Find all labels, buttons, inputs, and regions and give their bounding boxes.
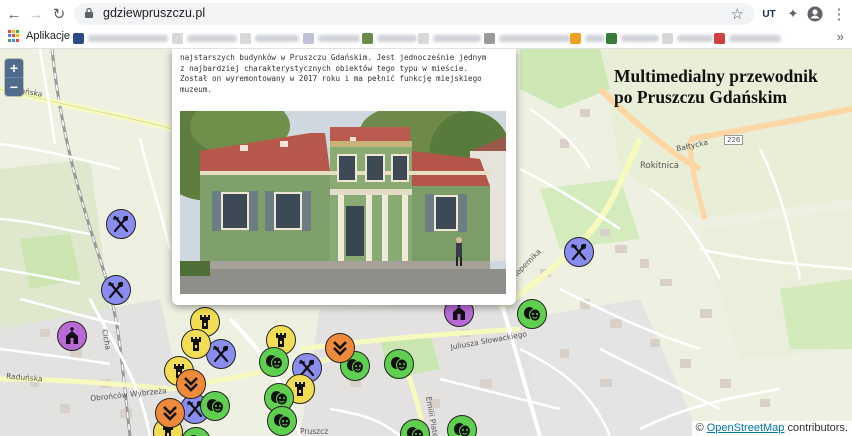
tower-marker[interactable] — [181, 329, 211, 359]
hiking-icon — [184, 377, 198, 392]
theatre-icon — [266, 355, 283, 370]
restaurant-marker[interactable] — [106, 209, 136, 239]
account-icon[interactable] — [806, 5, 824, 23]
bookmark-item[interactable] — [240, 32, 299, 44]
lock-icon — [85, 7, 93, 18]
tower-icon — [191, 337, 201, 351]
browser-toolbar: ← → ↻ gdziewpruszczu.pl ☆ UT ✦ ⋮ — [0, 0, 852, 28]
theatre-icon — [391, 357, 408, 372]
theatre-icon — [274, 414, 291, 429]
bookmark-item[interactable] — [570, 32, 605, 44]
bookmark-item[interactable] — [362, 32, 417, 44]
bookmark-item[interactable] — [73, 32, 168, 44]
map-title-line: po Pruszczu Gdańskim — [614, 87, 788, 107]
forward-arrow-icon[interactable]: → — [26, 4, 46, 24]
theatre-icon — [454, 423, 471, 436]
apps-grid-icon — [8, 30, 20, 42]
theatre-marker[interactable] — [259, 347, 289, 377]
apps-label: Aplikacje — [26, 30, 71, 42]
map-view[interactable]: Gdańska Rokitnica Bałtycka 226 Kopernika… — [0, 49, 852, 436]
theatre-icon — [207, 399, 224, 414]
info-popup: najstarszych budynków w Pruszczu Gdański… — [172, 49, 516, 305]
popup-text-line: z najbardziej charakterystycznych obiekt… — [180, 63, 469, 73]
zoom-out-button[interactable]: − — [5, 77, 23, 96]
church-marker[interactable] — [57, 321, 87, 351]
restaurant-icon — [213, 345, 229, 363]
bookmark-item[interactable] — [484, 32, 571, 44]
restaurant-icon — [571, 243, 587, 261]
theatre-marker[interactable] — [517, 299, 547, 329]
bookmark-item[interactable] — [606, 32, 659, 44]
apps-shortcut[interactable]: Aplikacje — [8, 30, 70, 42]
map-title-line: Multimedialny przewodnik — [614, 66, 818, 86]
bookmark-item[interactable] — [714, 32, 781, 44]
puzzle-icon[interactable]: ✦ — [784, 5, 802, 23]
popup-description: najstarszych budynków w Pruszczu Gdański… — [180, 53, 508, 95]
address-bar[interactable]: gdziewpruszczu.pl ☆ — [74, 3, 754, 25]
church-icon — [453, 303, 465, 320]
attribution-suffix: contributors. — [784, 422, 848, 434]
openstreetmap-link[interactable]: OpenStreetMap — [707, 422, 785, 434]
theatre-marker[interactable] — [200, 391, 230, 421]
theatre-icon — [190, 435, 197, 436]
back-arrow-icon[interactable]: ← — [4, 4, 24, 24]
road-label: Pruszcz — [300, 427, 329, 436]
zoom-in-button[interactable]: + — [5, 59, 23, 77]
more-bookmarks-icon[interactable]: » — [837, 29, 844, 44]
hiking-marker[interactable] — [155, 398, 185, 428]
restaurant-icon — [108, 281, 124, 299]
extension-ut-icon[interactable]: UT — [760, 5, 778, 23]
zoom-control: + − — [5, 59, 23, 96]
url-text: gdziewpruszczu.pl — [103, 6, 206, 20]
hiking-marker[interactable] — [325, 333, 355, 363]
theatre-icon — [271, 391, 288, 406]
popup-text-line: najstarszych budynków w Pruszczu Gdański… — [180, 53, 487, 62]
bookmarks-bar: Aplikacje » — [0, 28, 852, 49]
popup-text-line: muzeum. — [180, 84, 213, 94]
bookmark-item[interactable] — [662, 32, 713, 44]
church-icon — [66, 327, 78, 344]
building-photo — [180, 111, 506, 294]
bookmark-item[interactable] — [172, 32, 237, 44]
bookmark-item[interactable] — [418, 32, 481, 44]
attribution-prefix: © — [695, 422, 707, 434]
popup-text-line: Został on wyremontowany w 2017 roku i ma… — [180, 74, 482, 83]
hiking-icon — [333, 341, 347, 356]
restaurant-marker[interactable] — [564, 237, 594, 267]
menu-dots-icon[interactable]: ⋮ — [830, 5, 848, 23]
place-label: Rokitnica — [640, 161, 679, 171]
bookmark-item[interactable] — [303, 32, 360, 44]
theatre-icon — [524, 307, 541, 322]
reload-icon[interactable]: ↻ — [49, 4, 69, 24]
map-attribution: © OpenStreetMap contributors. — [691, 421, 852, 436]
restaurant-icon — [113, 215, 129, 233]
theatre-marker[interactable] — [267, 406, 297, 436]
map-title: Multimedialny przewodnik po Pruszczu Gda… — [614, 66, 844, 108]
theatre-icon — [407, 427, 424, 436]
hiking-icon — [163, 406, 177, 421]
star-icon[interactable]: ☆ — [731, 5, 744, 23]
theatre-marker[interactable] — [384, 349, 414, 379]
road-number-label: 226 — [724, 135, 744, 145]
hiking-marker[interactable] — [176, 369, 206, 399]
restaurant-marker[interactable] — [101, 275, 131, 305]
